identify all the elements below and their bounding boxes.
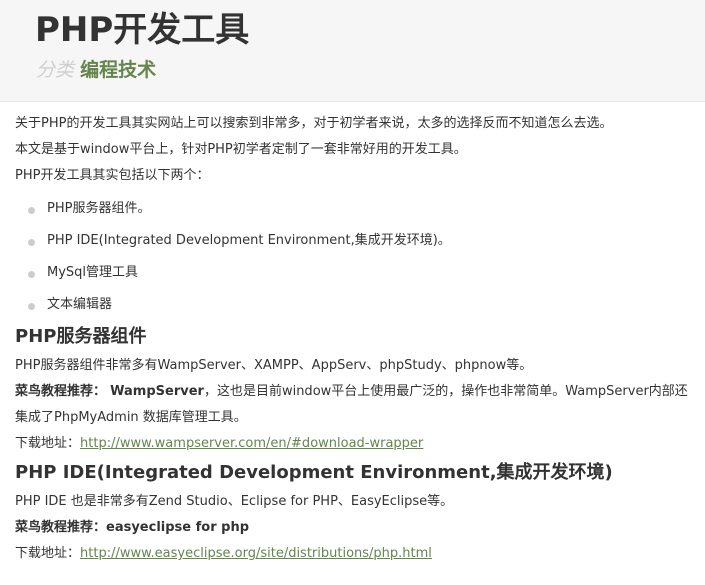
section-heading-php-server: PHP服务器组件 bbox=[15, 326, 147, 347]
intro-paragraph-1: 关于PHP的开发工具其实网站上可以搜索到非常多，对于初学者来说，太多的选择反而不… bbox=[15, 116, 613, 131]
section1-download: 下载地址：http://www.wampserver.com/en/#downl… bbox=[15, 431, 700, 457]
bullet-icon bbox=[28, 271, 35, 278]
download-label: 下载地址： bbox=[15, 546, 81, 561]
list-item-text: PHP服务器组件。 bbox=[47, 201, 151, 216]
category-line: 分类 编程技术 bbox=[36, 55, 156, 82]
list-item-text: 文本编辑器 bbox=[47, 297, 113, 312]
page-title: PHP开发工具 bbox=[35, 10, 250, 50]
recommendation-label: 菜鸟教程推荐： bbox=[15, 384, 107, 399]
category-label: 分类 bbox=[36, 59, 75, 81]
bullet-icon bbox=[28, 303, 35, 310]
article-content: 关于PHP的开发工具其实网站上可以搜索到非常多，对于初学者来说，太多的选择反而不… bbox=[15, 111, 700, 567]
intro-paragraph-3: PHP开发工具其实包括以下两个： bbox=[15, 168, 210, 183]
section1-paragraph: PHP服务器组件非常多有WampServer、XAMPP、AppServ、php… bbox=[15, 358, 533, 373]
list-item-text: MySql管理工具 bbox=[47, 265, 139, 280]
list-item: PHP IDE(Integrated Development Environme… bbox=[15, 225, 700, 257]
bullet-icon bbox=[28, 207, 35, 214]
list-item: PHP服务器组件。 bbox=[15, 193, 700, 225]
section2-download: 下载地址：http://www.easyeclipse.org/site/dis… bbox=[15, 541, 700, 567]
section2-recommendation: 菜鸟教程推荐：easyeclipse for php bbox=[15, 515, 700, 541]
recommendation-name: WampServer bbox=[110, 384, 204, 399]
list-item: MySql管理工具 bbox=[15, 257, 700, 289]
list-item: 文本编辑器 bbox=[15, 289, 700, 321]
page-header: PHP开发工具 分类 编程技术 bbox=[0, 0, 705, 102]
recommendation-label: 菜鸟教程推荐：easyeclipse for php bbox=[15, 520, 250, 535]
list-item-text: PHP IDE(Integrated Development Environme… bbox=[47, 233, 451, 248]
download-label: 下载地址： bbox=[15, 436, 81, 451]
bullet-icon bbox=[28, 239, 35, 246]
section2-paragraph: PHP IDE 也是非常多有Zend Studio、Eclipse for PH… bbox=[15, 494, 454, 509]
section-heading-php-ide: PHP IDE(Integrated Development Environme… bbox=[15, 462, 613, 483]
tools-list: PHP服务器组件。 PHP IDE(Integrated Development… bbox=[15, 193, 700, 321]
download-link-easyeclipse[interactable]: http://www.easyeclipse.org/site/distribu… bbox=[80, 546, 432, 561]
section1-recommendation: 菜鸟教程推荐： WampServer，这也是目前window平台上使用最广泛的，… bbox=[15, 379, 700, 431]
intro-paragraph-2: 本文是基于window平台上，针对PHP初学者定制了一套非常好用的开发工具。 bbox=[15, 142, 467, 157]
category-link[interactable]: 编程技术 bbox=[80, 59, 156, 81]
download-link-wampserver[interactable]: http://www.wampserver.com/en/#download-w… bbox=[80, 436, 423, 451]
